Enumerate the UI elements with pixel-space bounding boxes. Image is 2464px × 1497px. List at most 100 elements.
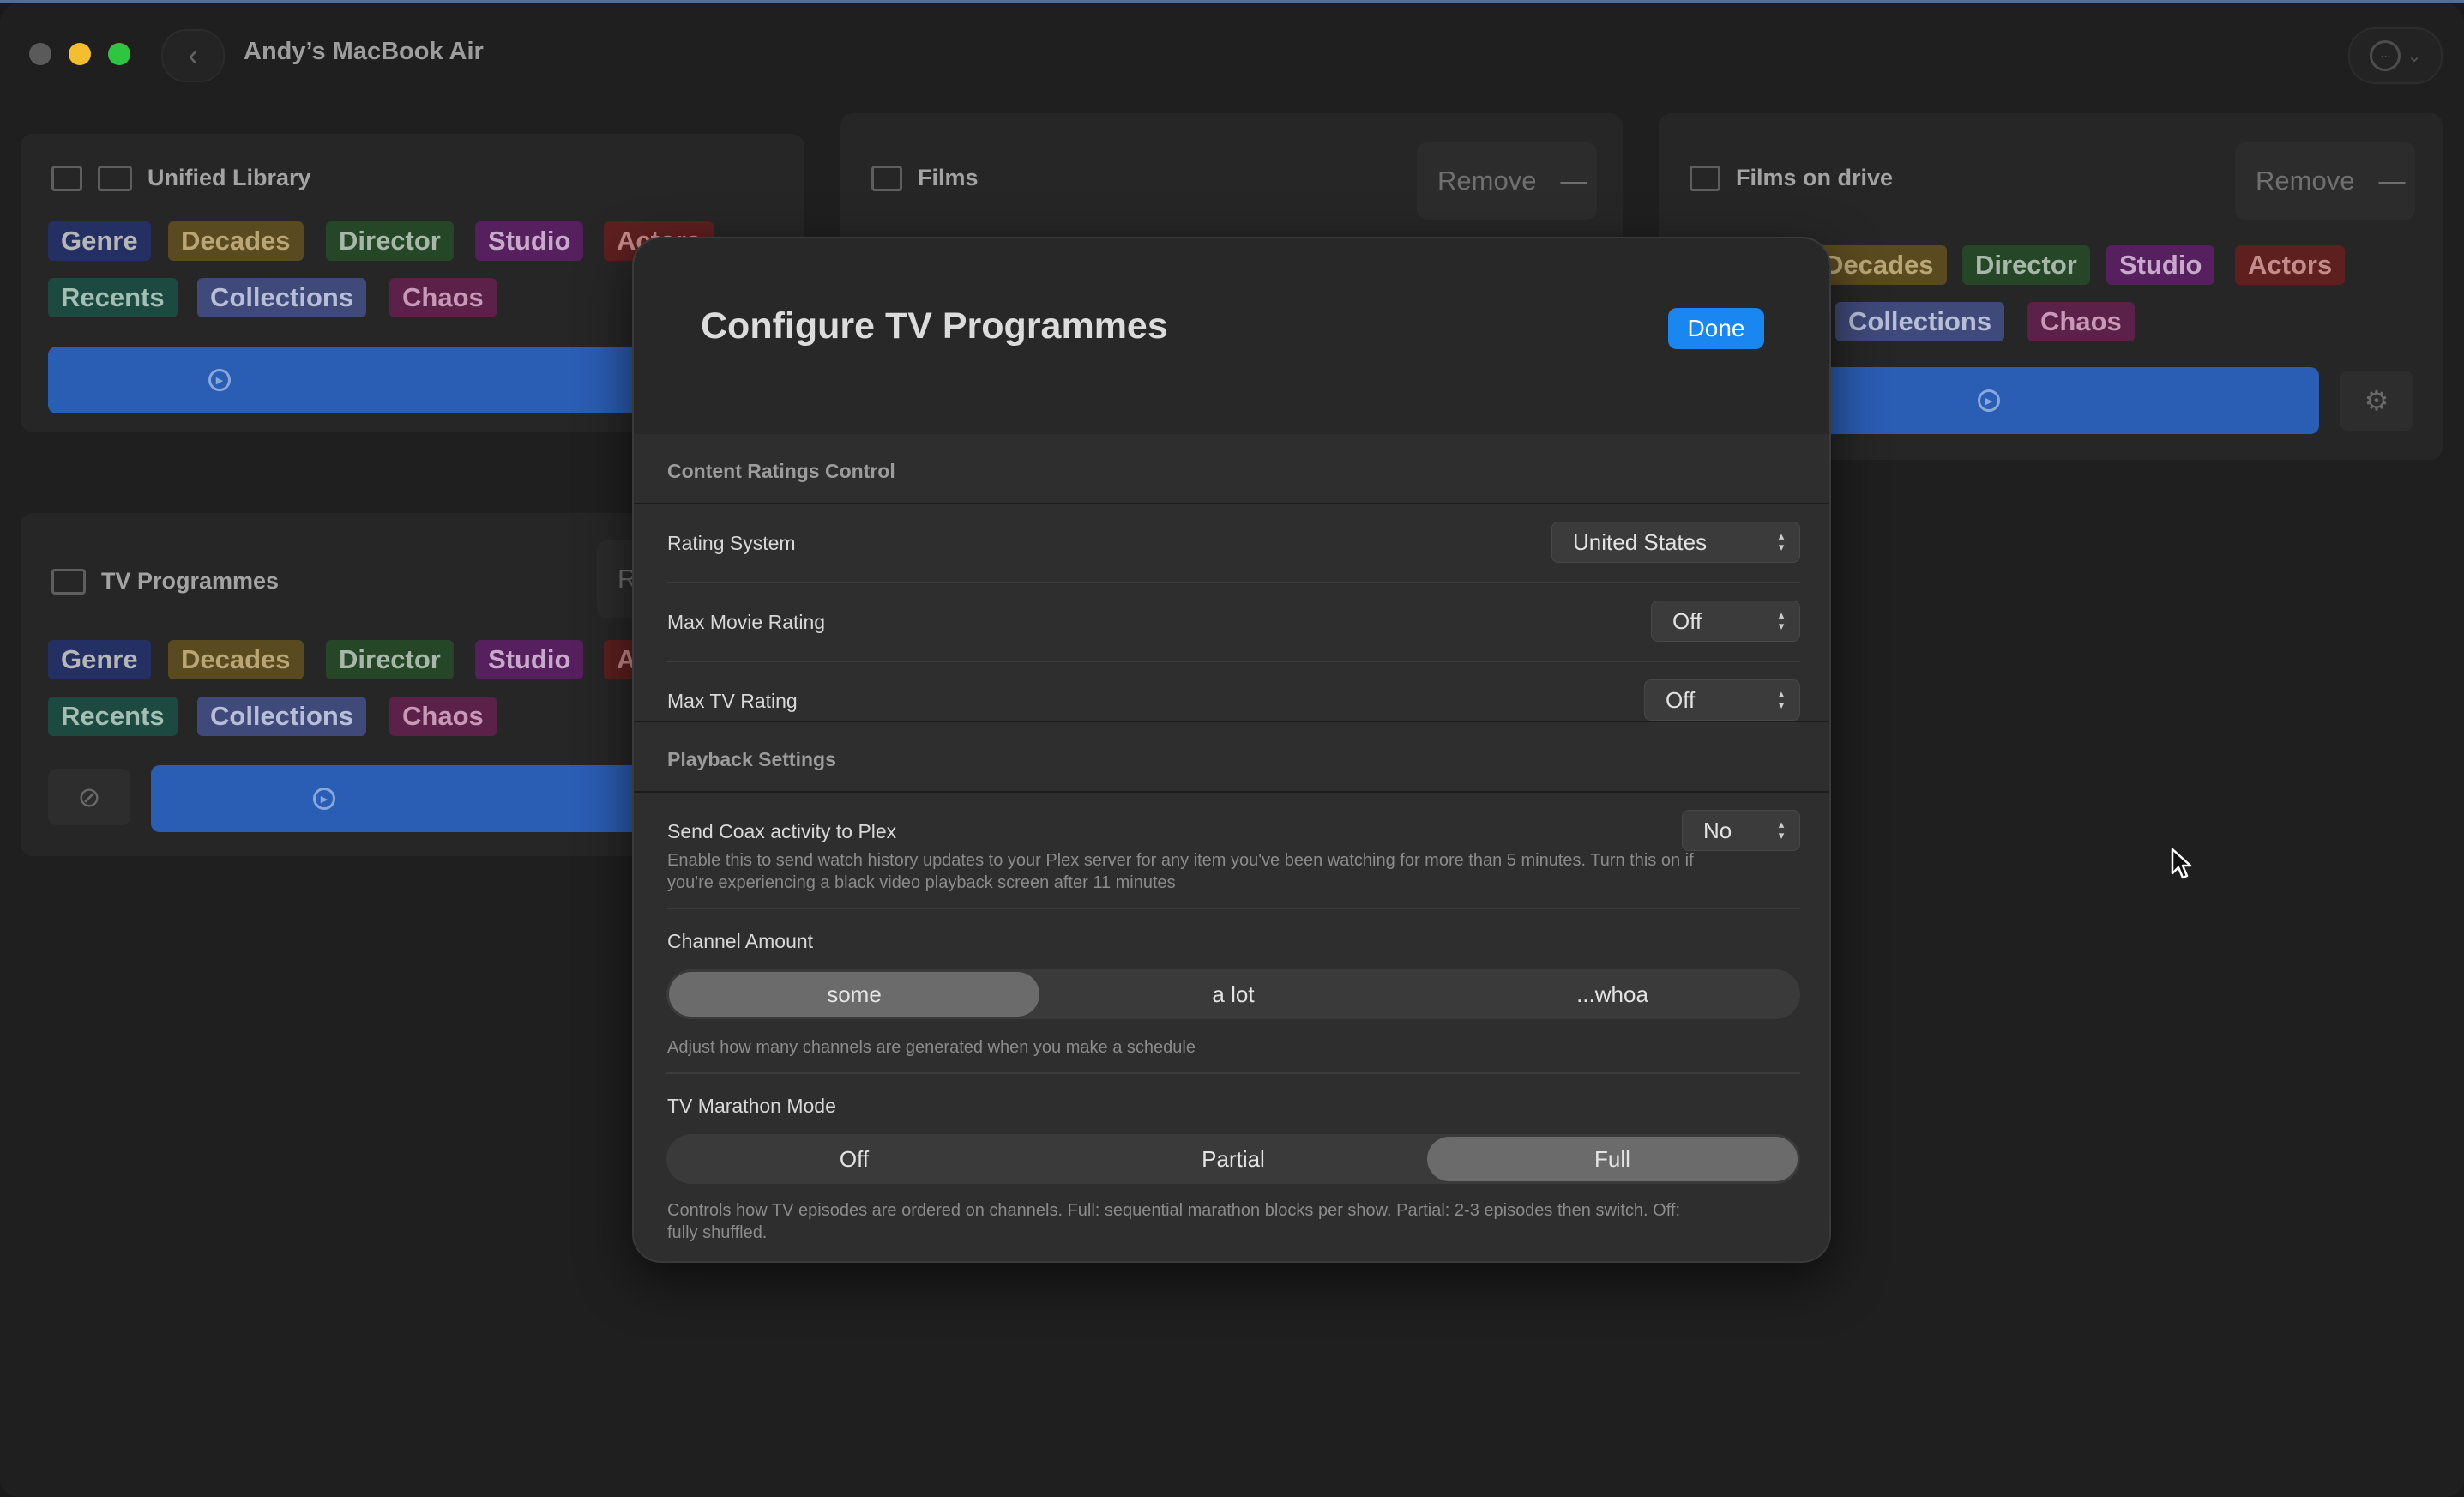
sheet-title: Configure TV Programmes (701, 305, 1168, 347)
card-title: Films (918, 165, 979, 190)
card-header: Films on drive (1690, 165, 1893, 191)
segment-a-lot[interactable]: a lot (1048, 972, 1419, 1017)
card-title: Films on drive (1736, 165, 1894, 190)
tag-director[interactable]: Director (326, 221, 454, 261)
tag-chaos[interactable]: Chaos (2027, 302, 2135, 341)
settings-button[interactable]: ⚙ (2340, 371, 2413, 431)
segment-full[interactable]: Full (1427, 1137, 1798, 1181)
section-header: Playback Settings (667, 748, 836, 770)
card-header: Films (871, 165, 979, 191)
minus-icon: — (2378, 166, 2406, 196)
eye-slash-icon: ⊘ (77, 782, 101, 812)
coax-help-text: Enable this to send watch history update… (667, 849, 1694, 894)
up-down-chevron-icon: ▴ ▾ (1778, 687, 1785, 711)
segment-off[interactable]: Off (669, 1137, 1039, 1181)
select-value: Off (1672, 607, 1702, 634)
tag-studio[interactable]: Studio (475, 640, 584, 679)
channel-amount-help-text: Adjust how many channels are generated w… (667, 1038, 1196, 1057)
back-button[interactable]: ‹ (161, 29, 225, 82)
max-movie-rating-label: Max Movie Rating (667, 611, 826, 633)
up-down-chevron-icon: ▴ ▾ (1778, 529, 1785, 553)
remove-button[interactable]: Remove — (2235, 142, 2415, 220)
tag-studio[interactable]: Studio (2106, 245, 2215, 285)
section-header: Content Ratings Control (667, 460, 895, 482)
select-value: United States (1573, 528, 1708, 555)
divider (666, 908, 1800, 909)
marathon-mode-segmented-control: Off Partial Full (666, 1134, 1800, 1184)
tag-decades[interactable]: Decades (168, 640, 304, 679)
help-line: you're experiencing a black video playba… (667, 873, 1176, 892)
rating-system-label: Rating System (667, 532, 796, 554)
tag-genre[interactable]: Genre (48, 640, 151, 679)
zoom-window-button[interactable] (108, 43, 130, 65)
marathon-help-text: Controls how TV episodes are ordered on … (667, 1199, 1680, 1244)
minus-icon: — (1560, 166, 1587, 196)
divider (666, 1072, 1800, 1074)
more-menu-button[interactable]: ··· ⌄ (2348, 27, 2443, 84)
tag-director[interactable]: Director (326, 640, 454, 679)
tv-icon (51, 568, 86, 595)
segment-whoa[interactable]: ...whoa (1427, 972, 1798, 1017)
coax-label: Send Coax activity to Plex (667, 820, 897, 842)
divider (634, 503, 1829, 504)
tag-collections[interactable]: Collections (1835, 302, 2005, 341)
film-icon (1690, 165, 1720, 191)
done-button[interactable]: Done (1668, 308, 1764, 349)
marathon-mode-label: TV Marathon Mode (667, 1095, 836, 1117)
up-down-chevron-icon: ▴ ▾ (1778, 818, 1785, 842)
mouse-cursor-icon (2171, 848, 2192, 879)
remove-button[interactable]: Remove — (1417, 142, 1597, 220)
help-line: Controls how TV episodes are ordered on … (667, 1201, 1681, 1220)
help-line: fully shuffled. (667, 1223, 768, 1242)
channel-amount-segmented-control: some a lot ...whoa (666, 969, 1800, 1019)
playback-settings-section: Playback Settings Send Coax activity to … (634, 722, 1829, 1261)
segment-some[interactable]: some (669, 972, 1039, 1017)
play-circle-icon: ▶ (208, 369, 231, 391)
configure-sheet: Configure TV Programmes Done Content Rat… (632, 237, 1831, 1263)
help-line: Enable this to send watch history update… (667, 851, 1694, 870)
card-header: Unified Library (51, 165, 311, 191)
tag-genre[interactable]: Genre (48, 221, 151, 261)
tag-chaos[interactable]: Chaos (389, 278, 497, 317)
tag-collections[interactable]: Collections (197, 697, 367, 736)
minimize-window-button[interactable] (69, 43, 91, 65)
divider (666, 582, 1800, 583)
tag-studio[interactable]: Studio (475, 221, 584, 261)
window-title: Andy’s MacBook Air (244, 38, 484, 65)
select-value: No (1703, 817, 1732, 843)
ellipsis-circle-icon: ··· (2369, 40, 2401, 71)
remove-label: Remove (1437, 166, 1537, 196)
content-ratings-section: Content Ratings Control Rating System Un… (634, 434, 1829, 721)
tag-chaos[interactable]: Chaos (389, 697, 497, 736)
card-header: TV Programmes (51, 568, 279, 595)
divider (634, 791, 1829, 793)
tag-actors[interactable]: Actors (2235, 245, 2346, 285)
channel-amount-label: Channel Amount (667, 930, 814, 952)
tag-decades[interactable]: Decades (1811, 245, 1947, 285)
tag-collections[interactable]: Collections (197, 278, 367, 317)
chevron-down-icon: ⌄ (2407, 46, 2422, 66)
max-tv-rating-label: Max TV Rating (667, 690, 798, 712)
tag-recents[interactable]: Recents (48, 697, 178, 736)
select-value: Off (1666, 686, 1696, 713)
max-tv-rating-select[interactable]: Off ▴ ▾ (1644, 679, 1800, 721)
chevron-left-icon: ‹ (188, 39, 198, 72)
app-window: ‹ Andy’s MacBook Air ··· ⌄ Unified Libra… (0, 3, 2464, 1497)
tag-decades[interactable]: Decades (168, 221, 304, 261)
card-title: Unified Library (148, 165, 311, 190)
film-icon (51, 165, 82, 191)
play-circle-icon: ▶ (313, 788, 335, 810)
tag-director[interactable]: Director (1962, 245, 2090, 285)
coax-select[interactable]: No ▴ ▾ (1682, 810, 1800, 851)
segment-partial[interactable]: Partial (1048, 1137, 1419, 1181)
tag-recents[interactable]: Recents (48, 278, 178, 317)
up-down-chevron-icon: ▴ ▾ (1778, 608, 1785, 632)
film-icon (871, 165, 902, 191)
close-window-button[interactable] (29, 43, 51, 65)
remove-label: Remove (2256, 166, 2355, 196)
hide-button[interactable]: ⊘ (48, 769, 130, 825)
tv-icon (98, 165, 132, 191)
max-movie-rating-select[interactable]: Off ▴ ▾ (1651, 601, 1800, 642)
play-circle-icon: ▶ (1978, 389, 2000, 412)
rating-system-select[interactable]: United States ▴ ▾ (1551, 522, 1800, 563)
